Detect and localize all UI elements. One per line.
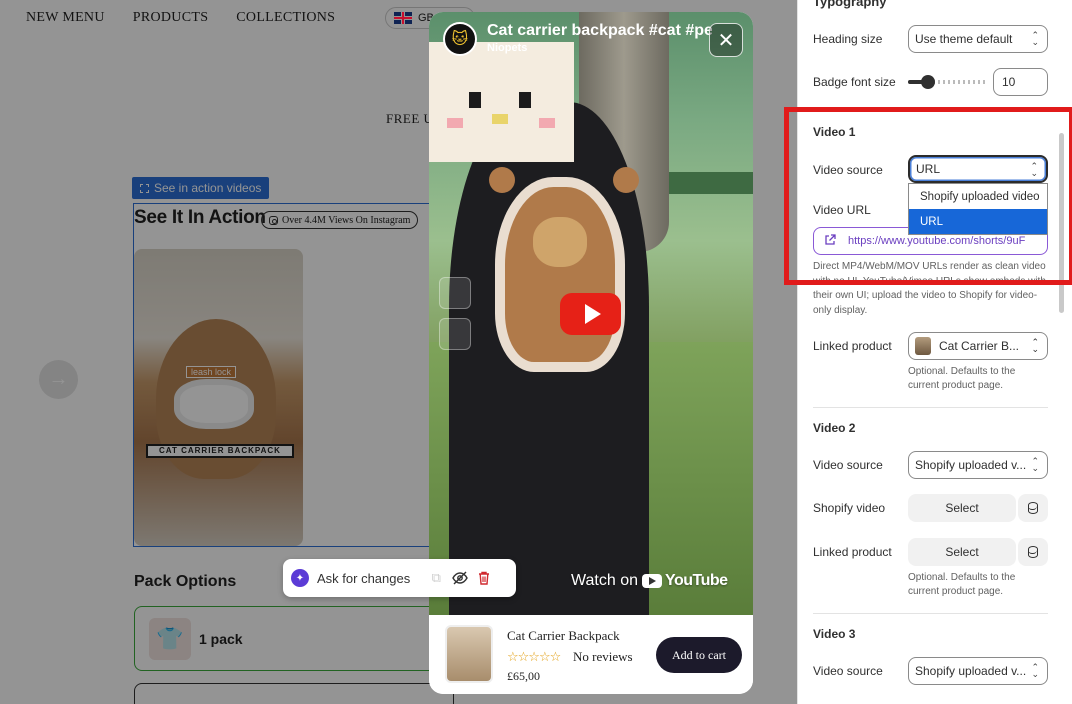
select-chevron-icon: ⌃ ⌄ [1031,456,1039,473]
video-2-linked-help: Optional. Defaults to the current produc… [908,572,1016,597]
select-chevron-icon: ⌃ ⌄ [1031,30,1039,47]
video-2-shopify-video-label: Shopify video [813,501,886,515]
channel-name[interactable]: Niopets [487,42,712,54]
video-3-source-value: Shopify uploaded v... [915,664,1027,678]
cat-carrier-backpack [495,177,625,372]
store-preview: NEW MENU PRODUCTS COLLECTIONS GB FREE U … [0,0,797,704]
select-chevron-icon: ⌃ ⌄ [1031,337,1039,354]
trash-icon[interactable] [476,570,492,586]
video-1-linked-product-value: Cat Carrier B... [939,339,1020,353]
video-1-url-label: Video URL [813,203,871,217]
reviews-count: No reviews [573,649,633,664]
select-chevron-icon: ⌃ ⌄ [1031,662,1039,679]
section-divider [813,407,1048,408]
product-thumbnail-icon [915,337,931,355]
video-2-source-label: Video source [813,458,883,472]
watch-on-label: Watch on [571,572,638,589]
database-icon [1028,502,1038,514]
close-icon: ✕ [717,29,735,52]
video-2-select-product-button[interactable]: Select [908,538,1016,566]
video-1-linked-product-select[interactable]: Cat Carrier B... ⌃ ⌄ [908,332,1048,360]
badge-font-size-label: Badge font size [813,75,896,89]
video-3-source-select[interactable]: Shopify uploaded v... ⌃ ⌄ [908,657,1048,685]
video-1-url-help: Direct MP4/WebM/MOV URLs render as clean… [813,261,1046,316]
slider-handle[interactable] [921,75,935,89]
video-2-source-value: Shopify uploaded v... [915,458,1027,472]
video-2-title: Video 2 [813,421,856,435]
ai-sparkle-icon: ✦ [291,569,309,587]
youtube-embed[interactable]: 🐱 Cat carrier backpack #cat #pet Niopets… [429,12,753,615]
duplicate-icon[interactable]: ⧉ [428,570,444,586]
video-side-control-2[interactable] [439,318,471,350]
typography-header: Typography [813,0,887,9]
badge-font-size-input[interactable]: 10 [993,68,1048,96]
hide-eye-icon[interactable] [452,570,469,586]
video-1-url-value: https://www.youtube.com/shorts/9uF [848,235,1026,247]
section-divider [813,613,1048,614]
video-2-product-library-button[interactable] [1018,538,1048,566]
video-1-source-dropdown: Shopify uploaded video URL [908,183,1048,235]
video-1-source-select[interactable]: URL ⌃ ⌄ [908,155,1048,183]
editor-toolbar: ✦ Ask for changes ⧉ [283,559,516,597]
video-1-title: Video 1 [813,125,856,139]
heading-size-select[interactable]: Use theme default ⌃ ⌄ [908,25,1048,53]
badge-font-size-slider[interactable] [908,75,988,89]
video-3-title: Video 3 [813,627,856,641]
video-1-source-value: URL [916,162,941,176]
database-icon [1028,546,1038,558]
youtube-logo: YouTube [642,572,728,590]
watch-on-youtube-link[interactable]: Watch on YouTube [571,572,728,590]
video-2-library-button[interactable] [1018,494,1048,522]
video-side-control-1[interactable] [439,277,471,309]
video-1-linked-help: Optional. Defaults to the current produc… [908,366,1016,391]
dropdown-option-url[interactable]: URL [909,209,1047,234]
select-chevron-icon: ⌃ ⌄ [1030,161,1038,178]
youtube-icon [642,574,662,588]
cat-face [533,217,587,267]
add-to-cart-button[interactable]: Add to cart [656,637,742,673]
modal-product-bar: Cat Carrier Backpack ☆☆☆☆☆ No reviews £6… [429,615,753,694]
video-1-source-label: Video source [813,163,883,177]
product-price: £65,00 [507,669,540,683]
ask-for-changes-button[interactable]: Ask for changes [317,571,410,586]
external-link-icon[interactable] [824,233,836,249]
video-2-select-video-button[interactable]: Select [908,494,1016,522]
video-title[interactable]: Cat carrier backpack #cat #pet [487,22,712,40]
channel-avatar-icon[interactable]: 🐱 [443,22,477,56]
settings-panel: Typography Heading size Use theme defaul… [797,0,1072,704]
heading-size-label: Heading size [813,32,883,46]
product-name[interactable]: Cat Carrier Backpack [507,628,620,644]
pixelated-face-sticker [429,42,574,162]
youtube-play-button[interactable] [560,293,621,335]
video-1-linked-product-label: Linked product [813,339,892,353]
heading-size-value: Use theme default [915,32,1013,46]
video-header: 🐱 Cat carrier backpack #cat #pet Niopets [443,22,713,56]
video-2-source-select[interactable]: Shopify uploaded v... ⌃ ⌄ [908,451,1048,479]
video-3-source-label: Video source [813,664,883,678]
video-2-linked-product-label: Linked product [813,545,892,559]
panel-scrollbar[interactable] [1059,133,1064,313]
dropdown-option-shopify[interactable]: Shopify uploaded video [909,184,1047,209]
rating-stars: ☆☆☆☆☆ [507,649,561,664]
product-thumbnail[interactable] [445,625,493,683]
close-modal-button[interactable]: ✕ [709,23,743,57]
